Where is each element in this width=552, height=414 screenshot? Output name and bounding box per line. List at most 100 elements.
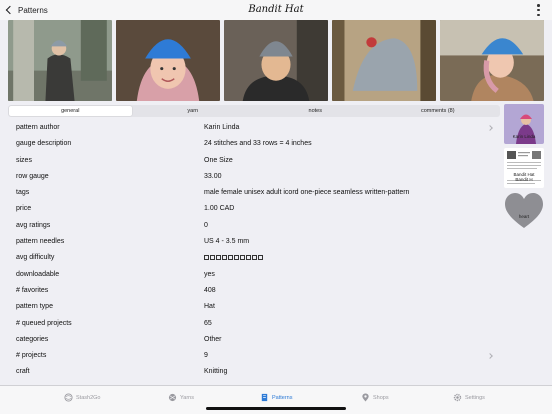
tab-patterns[interactable]: Patterns bbox=[260, 393, 292, 402]
difficulty-box bbox=[252, 255, 257, 261]
difficulty-rating bbox=[204, 250, 263, 266]
author-thumbnail-caption: Karin Linda bbox=[512, 134, 536, 139]
tab-label: Yarns bbox=[180, 394, 194, 401]
tab-comments[interactable]: comments (8) bbox=[377, 106, 500, 116]
detail-row-projects[interactable]: # projects 9 bbox=[8, 348, 500, 364]
detail-label: downloadable bbox=[16, 270, 60, 278]
photo-grey-hat-pompom[interactable] bbox=[332, 20, 436, 101]
tab-label: Shops bbox=[373, 394, 389, 401]
detail-value: Other bbox=[204, 335, 222, 343]
tab-label: Patterns bbox=[272, 394, 293, 401]
detail-label: price bbox=[16, 205, 32, 213]
detail-row-pattern-author[interactable]: pattern author Karin Linda bbox=[8, 120, 500, 136]
detail-value: Knitting bbox=[204, 368, 228, 376]
chevron-right-icon bbox=[487, 125, 493, 131]
difficulty-box bbox=[234, 255, 239, 261]
photo-woman-walking-outdoors[interactable] bbox=[8, 20, 112, 101]
detail-row-downloadable: downloadable yes bbox=[8, 267, 500, 283]
more-options-icon[interactable] bbox=[537, 4, 541, 16]
detail-label: craft bbox=[16, 368, 30, 376]
detail-row-favorites: # favorites 408 bbox=[8, 283, 500, 299]
detail-label: avg ratings bbox=[16, 221, 51, 229]
tab-settings[interactable]: Settings bbox=[453, 393, 485, 402]
photo-woman-blue-hat-portrait[interactable] bbox=[116, 20, 220, 101]
detail-label: tags bbox=[16, 189, 30, 197]
detail-label: pattern type bbox=[16, 303, 53, 311]
photo-gallery bbox=[8, 20, 544, 101]
difficulty-box bbox=[246, 255, 251, 261]
detail-row-queued-projects: # queued projects 65 bbox=[8, 316, 500, 332]
navigation-bar: Patterns Bandit Hat bbox=[0, 0, 552, 20]
detail-row-tags: tags male female unisex adult icord one-… bbox=[8, 185, 500, 201]
detail-label: # projects bbox=[16, 352, 47, 360]
pattern-details-list: pattern author Karin Linda gauge descrip… bbox=[8, 120, 500, 381]
tab-general[interactable]: general bbox=[9, 106, 132, 116]
detail-label: categories bbox=[16, 335, 49, 343]
detail-label: # queued projects bbox=[16, 319, 72, 327]
detail-value: yes bbox=[204, 270, 215, 278]
tab-label: Settings bbox=[465, 394, 485, 401]
side-panel: Karin Linda Bandit Hat Bandit H heart bbox=[504, 104, 544, 236]
page-title: Bandit Hat bbox=[248, 4, 304, 15]
tab-label: Stash2Go bbox=[76, 394, 101, 401]
chevron-right-icon bbox=[487, 353, 493, 359]
tab-notes[interactable]: notes bbox=[254, 106, 377, 116]
detail-value: 33.00 bbox=[204, 172, 222, 180]
photo-woman-blue-hat-profile[interactable] bbox=[440, 20, 544, 101]
tab-shops[interactable]: Shops bbox=[361, 393, 389, 402]
gear-icon bbox=[453, 393, 462, 402]
detail-value: 0 bbox=[204, 221, 208, 229]
detail-value: male female unisex adult icord one-piece… bbox=[204, 189, 410, 197]
detail-label: row gauge bbox=[16, 172, 49, 180]
map-pin-icon bbox=[362, 393, 369, 402]
detail-value: 9 bbox=[204, 352, 208, 360]
detail-row-craft: craft Knitting bbox=[8, 364, 500, 380]
tab-yarns[interactable]: Yarns bbox=[168, 393, 194, 402]
author-thumbnail[interactable]: Karin Linda bbox=[504, 104, 544, 144]
detail-row-pattern-type: pattern type Hat bbox=[8, 299, 500, 315]
detail-value: US 4 - 3.5 mm bbox=[204, 238, 250, 246]
detail-label: avg difficulty bbox=[16, 254, 55, 262]
pattern-pdf-thumbnail[interactable]: Bandit Hat Bandit H bbox=[504, 148, 544, 188]
favorite-caption: heart bbox=[518, 214, 530, 219]
detail-label: # favorites bbox=[16, 286, 49, 294]
detail-row-pattern-needles: pattern needles US 4 - 3.5 mm bbox=[8, 234, 500, 250]
detail-label: pattern needles bbox=[16, 238, 65, 246]
detail-value: 1.00 CAD bbox=[204, 205, 235, 213]
favorite-button[interactable]: heart bbox=[504, 192, 544, 232]
detail-row-avg-difficulty: avg difficulty bbox=[8, 250, 500, 266]
heart-icon bbox=[505, 193, 543, 228]
difficulty-box bbox=[228, 255, 233, 261]
difficulty-box bbox=[222, 255, 227, 261]
tab-stash2go[interactable]: Stash2Go bbox=[64, 393, 100, 402]
detail-value: 24 stitches and 33 rows = 4 inches bbox=[204, 140, 312, 148]
yarn-ball-icon bbox=[64, 393, 73, 402]
detail-row-avg-ratings: avg ratings 0 bbox=[8, 218, 500, 234]
difficulty-box bbox=[210, 255, 215, 261]
detail-row-sizes: sizes One Size bbox=[8, 153, 500, 169]
detail-value: 408 bbox=[204, 286, 216, 294]
detail-label: sizes bbox=[16, 156, 32, 164]
detail-value: 65 bbox=[204, 319, 212, 327]
difficulty-box bbox=[258, 255, 263, 261]
difficulty-boxes bbox=[204, 255, 263, 261]
home-indicator[interactable] bbox=[206, 407, 346, 410]
section-segmented-control: general yarn notes comments (8) bbox=[8, 105, 500, 117]
photo-man-grey-hat[interactable] bbox=[224, 20, 328, 101]
tab-yarn[interactable]: yarn bbox=[132, 106, 255, 116]
pattern-icon bbox=[261, 393, 268, 402]
detail-value: Hat bbox=[204, 303, 215, 311]
difficulty-box bbox=[204, 255, 209, 261]
detail-row-price: price 1.00 CAD bbox=[8, 201, 500, 217]
detail-label: pattern author bbox=[16, 124, 60, 131]
detail-value: Karin Linda bbox=[204, 124, 240, 131]
detail-row-gauge-description: gauge description 24 stitches and 33 row… bbox=[8, 136, 500, 152]
difficulty-box bbox=[240, 255, 245, 261]
detail-row-row-gauge: row gauge 33.00 bbox=[8, 169, 500, 185]
difficulty-box bbox=[216, 255, 221, 261]
detail-row-categories: categories Other bbox=[8, 332, 500, 348]
pdf-thumbnail-caption: Bandit Hat Bandit H bbox=[513, 172, 535, 182]
detail-value: One Size bbox=[204, 156, 233, 164]
detail-label: gauge description bbox=[16, 140, 72, 148]
yarn-icon bbox=[168, 393, 177, 402]
